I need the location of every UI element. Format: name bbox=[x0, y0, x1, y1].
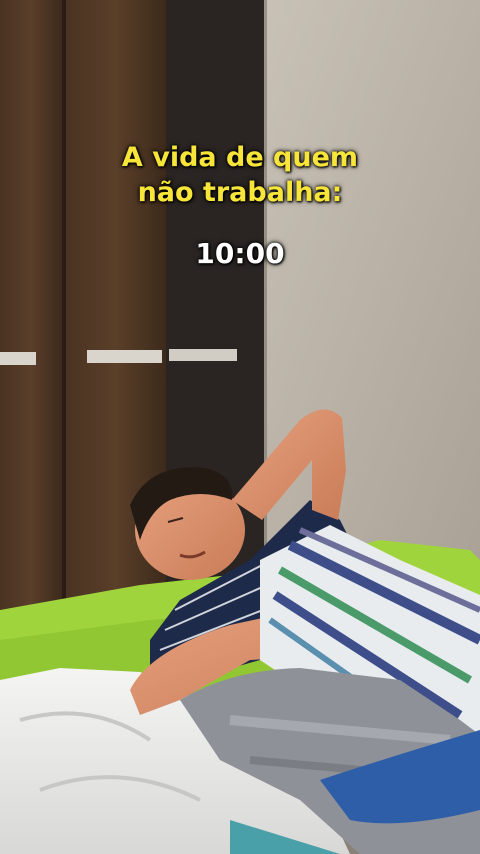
photo-scene bbox=[0, 0, 480, 854]
wardrobe-handle bbox=[87, 350, 162, 363]
wardrobe-handle bbox=[0, 352, 36, 365]
caption-title-line-2: não trabalha: bbox=[137, 177, 343, 208]
caption-time: 10:00 bbox=[195, 237, 285, 270]
wall bbox=[255, 0, 480, 600]
caption-title-line-1: A vida de quem bbox=[121, 142, 359, 173]
wardrobe-handle bbox=[169, 349, 237, 361]
caption-title: A vida de quem não trabalha: bbox=[0, 140, 480, 210]
